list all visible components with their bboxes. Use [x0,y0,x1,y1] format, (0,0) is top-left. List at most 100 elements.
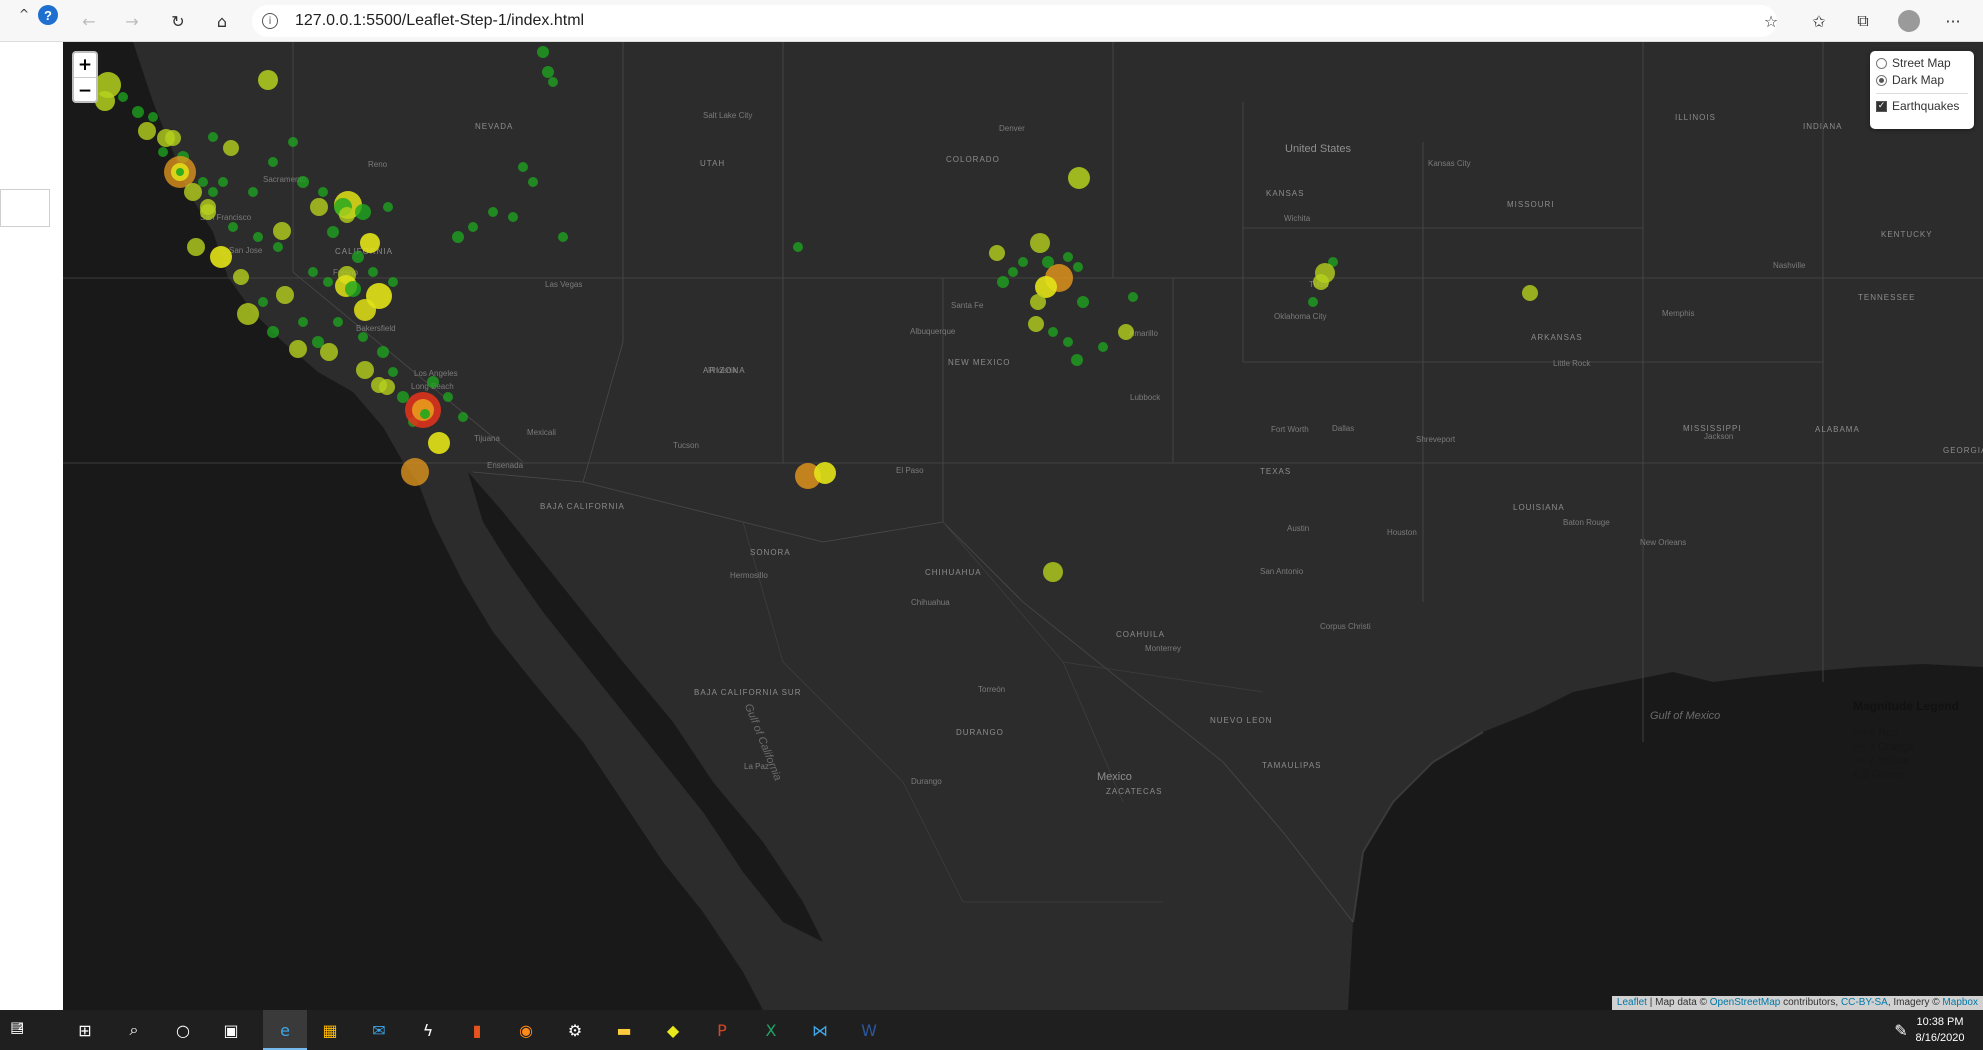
earthquake-marker[interactable] [308,267,318,277]
earthquake-marker[interactable] [267,326,279,338]
earthquake-marker[interactable] [383,202,393,212]
earthquake-marker[interactable] [198,177,208,187]
earthquake-marker[interactable] [458,412,468,422]
earthquake-marker[interactable] [427,376,439,388]
firefox-icon[interactable]: ◉ [514,1018,538,1042]
earthquake-marker[interactable] [1068,167,1090,189]
earthquake-marker[interactable] [1098,342,1108,352]
earthquake-marker[interactable] [118,92,128,102]
earthquake-marker[interactable] [1308,297,1318,307]
task-view-icon[interactable]: ▣ [219,1018,243,1042]
earthquake-marker[interactable] [237,303,259,325]
earthquake-marker[interactable] [187,238,205,256]
help-icon[interactable]: ? [38,5,58,25]
earthquake-marker[interactable] [368,267,378,277]
earthquake-marker[interactable] [310,198,328,216]
earthquake-marker[interactable] [468,222,478,232]
git-icon[interactable]: ◆ [661,1018,685,1042]
earthquake-marker[interactable] [210,246,232,268]
earthquake-marker[interactable] [333,317,343,327]
earthquake-marker[interactable] [355,204,371,220]
earthquake-marker[interactable] [165,130,181,146]
earthquake-marker[interactable] [1071,354,1083,366]
earthquake-marker[interactable] [1313,274,1329,290]
home-button[interactable]: ⌂ [210,9,234,33]
earthquake-marker[interactable] [1008,267,1018,277]
earthquake-marker[interactable] [1063,337,1073,347]
file-explorer-icon[interactable]: ▬ [612,1018,636,1042]
earthquake-marker[interactable] [297,176,309,188]
back-button[interactable]: ← [77,9,101,33]
earthquake-marker[interactable] [377,346,389,358]
earthquake-marker[interactable] [1043,562,1063,582]
favorite-star-icon[interactable]: ☆ [1759,9,1783,33]
earthquake-marker[interactable] [258,297,268,307]
earthquake-marker[interactable] [428,432,450,454]
earthquake-marker[interactable] [288,137,298,147]
dark-map-radio[interactable] [1876,74,1887,86]
earthquake-marker[interactable] [148,112,158,122]
earthquake-marker[interactable] [248,187,258,197]
earthquake-marker[interactable] [176,168,184,176]
earthquake-marker[interactable] [268,157,278,167]
earthquake-marker[interactable] [289,340,307,358]
windows-start-icon[interactable]: ⊞ [73,1018,97,1042]
settings-gear-icon[interactable]: ⚙ [563,1018,587,1042]
earthquakes-checkbox[interactable]: ✓ [1876,100,1887,112]
excel-icon[interactable]: X [759,1018,783,1042]
earthquake-marker[interactable] [518,162,528,172]
earthquake-marker[interactable] [1018,257,1028,267]
side-panel-input[interactable] [0,189,50,227]
earthquake-marker[interactable] [208,132,218,142]
earthquake-marker[interactable] [327,226,339,238]
earthquake-marker[interactable] [228,222,238,232]
earthquake-marker[interactable] [356,361,374,379]
earthquake-marker[interactable] [323,277,333,287]
zoom-out-button[interactable]: − [74,78,96,101]
earthquake-marker[interactable] [537,46,549,58]
earthquake-marker[interactable] [352,251,364,263]
earthquake-marker[interactable] [1073,262,1083,272]
leaflet-map[interactable]: United States Mexico NEVADA UTAH COLORAD… [63,42,1983,1010]
earthquake-marker[interactable] [95,91,115,111]
chevron-up-icon[interactable]: ^ [12,2,36,26]
earthquake-marker[interactable] [1118,324,1134,340]
earthquake-marker[interactable] [138,122,156,140]
refresh-button[interactable]: ↻ [166,9,190,33]
earthquake-marker[interactable] [443,392,453,402]
license-link[interactable]: CC-BY-SA [1841,997,1888,1008]
earthquake-marker[interactable] [397,391,409,403]
earthquake-marker[interactable] [358,332,368,342]
office-icon[interactable]: ▮ [465,1018,489,1042]
earthquake-marker[interactable] [989,245,1005,261]
mapbox-link[interactable]: Mapbox [1942,997,1978,1008]
earthquake-marker[interactable] [273,222,291,240]
earthquake-marker[interactable] [388,277,398,287]
earthquake-marker[interactable] [132,106,144,118]
earthquake-marker[interactable] [298,317,308,327]
search-icon[interactable]: ⌕ [122,1018,146,1042]
earthquake-marker[interactable] [273,242,283,252]
edge-browser-icon[interactable]: e [273,1018,297,1042]
earthquake-marker[interactable] [452,231,464,243]
earthquake-marker[interactable] [1048,327,1058,337]
earthquake-marker[interactable] [184,183,202,201]
earthquake-marker[interactable] [158,147,168,157]
more-options-icon[interactable]: ··· [1941,9,1965,33]
earthquake-marker[interactable] [200,204,216,220]
earthquake-marker[interactable] [401,458,429,486]
info-icon[interactable]: i [262,13,278,29]
earthquake-marker[interactable] [542,66,554,78]
layer-street-map[interactable]: Street Map [1876,55,1968,71]
mail-icon[interactable]: ✉ [367,1018,391,1042]
vscode-icon[interactable]: ⋈ [808,1018,832,1042]
earthquake-marker[interactable] [1063,252,1073,262]
store-icon[interactable]: ▦ [318,1018,342,1042]
url-text[interactable]: 127.0.0.1:5500/Leaflet-Step-1/index.html [295,12,584,30]
layer-earthquakes[interactable]: ✓ Earthquakes [1876,98,1968,114]
earthquake-marker[interactable] [1030,233,1050,253]
app-icon[interactable]: ϟ [416,1018,440,1042]
street-map-radio[interactable] [1876,57,1887,69]
earthquake-marker[interactable] [276,286,294,304]
earthquake-marker[interactable] [793,242,803,252]
